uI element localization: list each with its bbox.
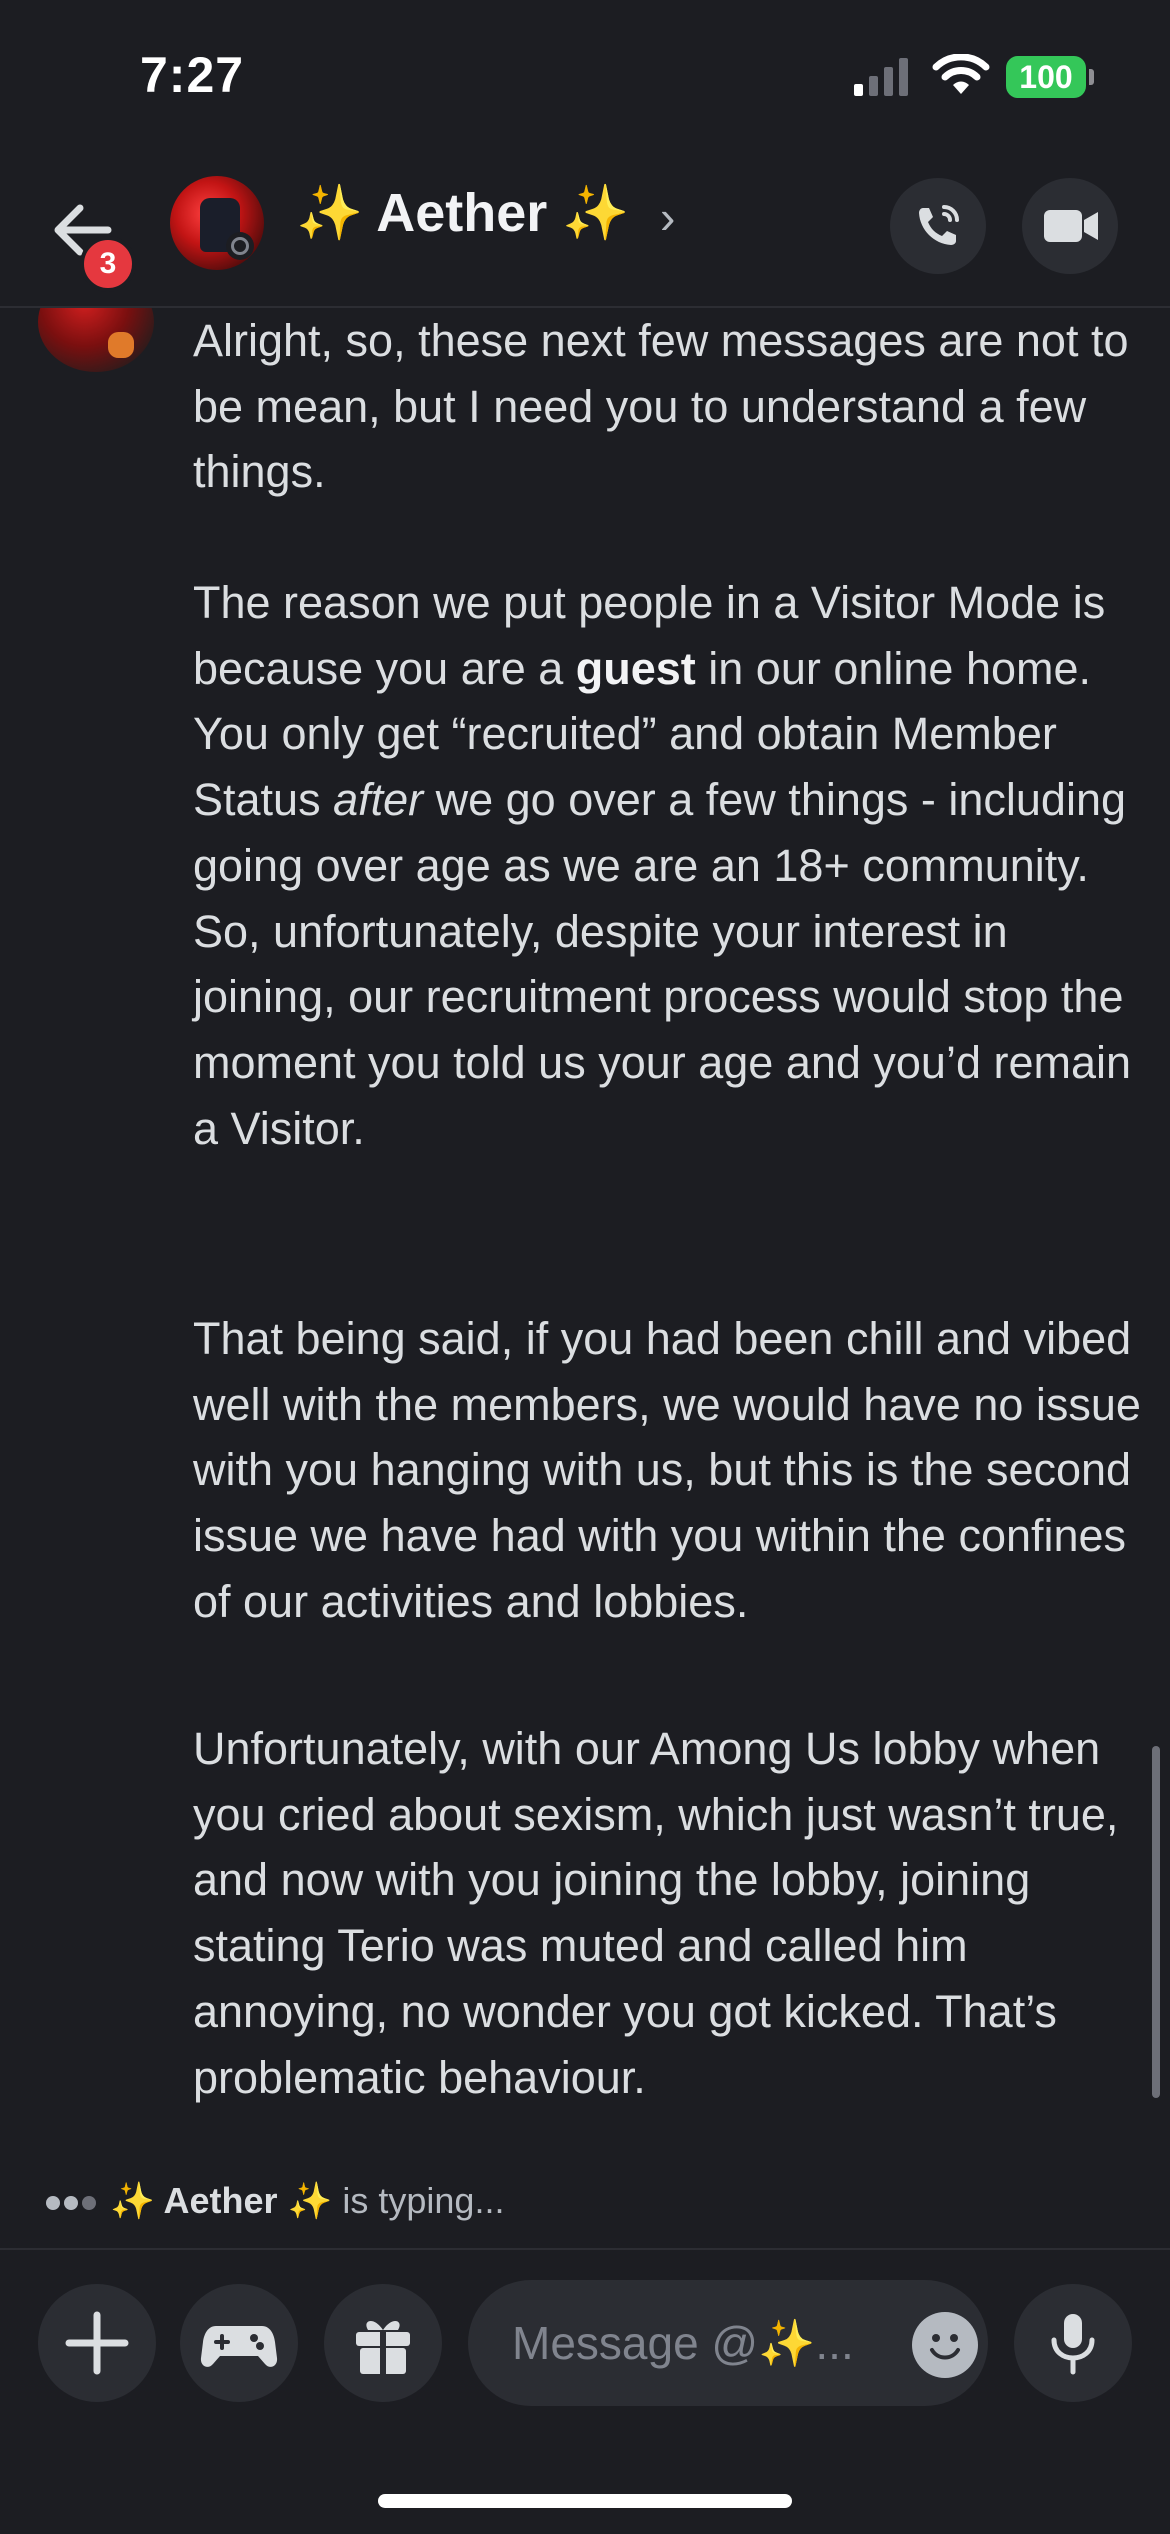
message-composer: Message @✨... [0,2248,1170,2534]
signal-icon [854,58,914,96]
activities-button[interactable] [180,2284,298,2402]
chevron-right-icon[interactable]: › [660,190,675,244]
home-indicator [378,2494,792,2508]
typing-user: ✨ Aether ✨ [110,2180,333,2221]
wifi-icon [932,54,990,96]
chat-header: 3 ✨ Aether ✨ › [0,150,1170,308]
bold-text: guest [575,642,696,694]
plus-icon [65,2311,129,2375]
message-text: That being said, if you had been chill a… [193,1313,1141,1627]
gift-icon [356,2320,410,2374]
typing-indicator: ✨ Aether ✨ is typing... [46,2180,504,2230]
italic-text: after [333,774,424,826]
offline-status-icon [226,232,254,260]
call-button[interactable] [890,178,986,274]
video-camera-icon [1044,210,1098,242]
typing-dot [64,2196,78,2211]
gamepad-icon [200,2326,278,2367]
gift-button[interactable] [324,2284,442,2402]
scrollbar[interactable] [1152,1746,1160,2098]
status-time: 7:27 [140,47,245,103]
message-text: Alright, so, these next few messages are… [193,315,1129,498]
message-placeholder: Message @✨... [512,2317,854,2369]
emoji-button[interactable] [912,2312,978,2378]
phone-icon [919,205,959,245]
typing-suffix: is typing... [332,2180,505,2221]
channel-title[interactable]: ✨ Aether ✨ [296,182,630,245]
typing-dot [82,2196,96,2211]
voice-message-button[interactable] [1014,2284,1132,2402]
video-button[interactable] [1022,178,1118,274]
message-text: Unfortunately, with our Among Us lobby w… [193,1723,1119,2103]
add-attachment-button[interactable] [38,2284,156,2402]
message-list[interactable]: Alright, so, these next few messages are… [0,306,1170,2180]
emoji-icon [930,2334,960,2360]
microphone-icon [1051,2314,1095,2375]
battery-tip [1089,69,1094,85]
message-text: The reason we put people in a Visitor Mo… [193,577,1132,1154]
battery-indicator: 100 [1006,56,1086,98]
message-input[interactable]: Message @✨... [468,2280,988,2406]
unread-badge: 3 [80,236,136,292]
message-avatar[interactable] [38,306,154,372]
status-bar: 7:27 100 [0,0,1170,150]
typing-dot [46,2196,60,2211]
